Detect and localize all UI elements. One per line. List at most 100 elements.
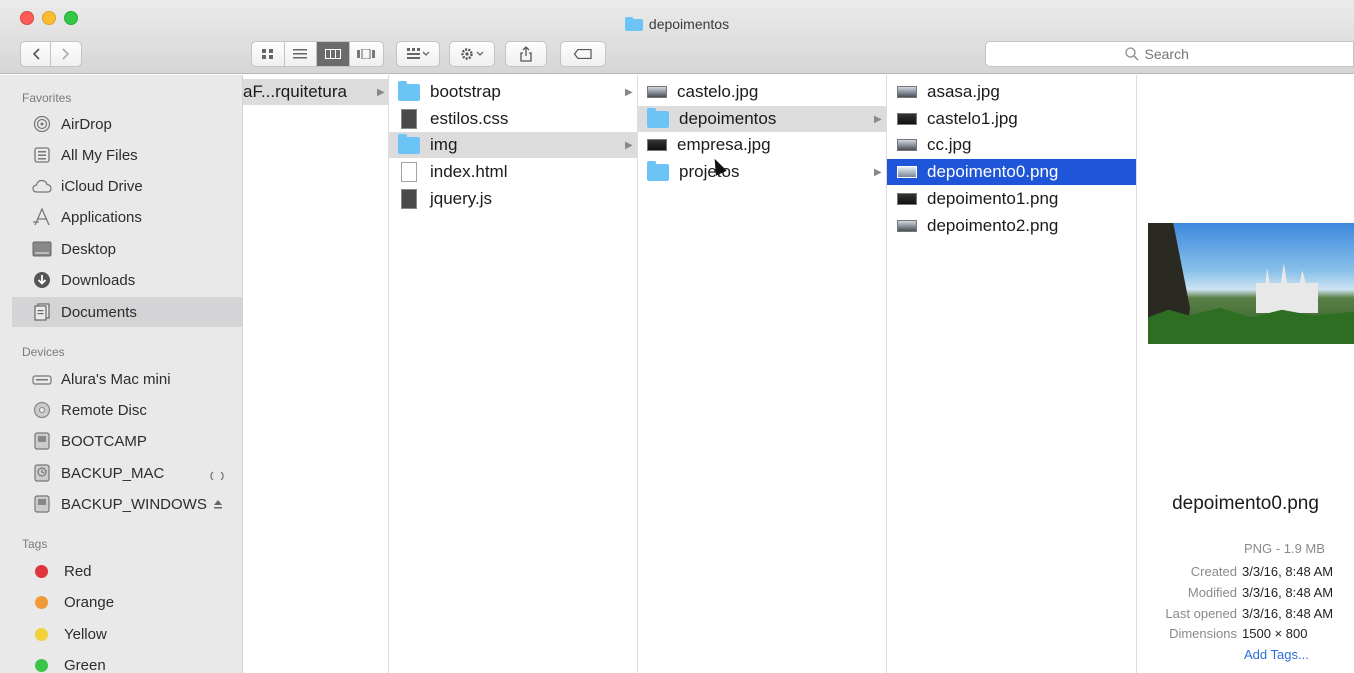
file-name: depoimento2.png [927, 216, 1059, 235]
list-item[interactable]: depoimento2.png [887, 213, 1136, 239]
list-item[interactable]: depoimento1.png [887, 186, 1136, 212]
sidebar-item-alura-mac-mini[interactable]: Alura's Mac mini [12, 364, 242, 394]
file-name: bootstrap [430, 82, 501, 101]
sidebar-item-desktop[interactable]: Desktop [12, 234, 242, 264]
sidebar-tag-orange[interactable]: Orange [12, 587, 242, 617]
sidebar-item-label: Remote Disc [61, 401, 147, 419]
sidebar-item-all-my-files[interactable]: All My Files [12, 140, 242, 170]
list-item[interactable]: index.html [393, 159, 637, 185]
js-file-icon [401, 189, 417, 209]
cover-flow-button[interactable] [350, 42, 383, 66]
sidebar-item-label: Yellow [64, 625, 107, 643]
syncing-icon [210, 469, 224, 487]
sidebar-tag-red[interactable]: Red [12, 556, 242, 586]
column-view-button[interactable] [317, 42, 350, 66]
preview-file-type: PNG - 1.9 MB [1244, 541, 1325, 556]
meta-label: Last opened [1165, 606, 1237, 621]
list-item[interactable]: jquery.js [393, 186, 637, 212]
chevron-right-icon: ▶ [874, 166, 882, 178]
sidebar-item-label: All My Files [61, 146, 138, 164]
back-forward-buttons [20, 41, 82, 67]
meta-label: Created [1190, 564, 1237, 579]
column-1: aF...rquitetura ▶ [243, 75, 389, 673]
sidebar-item-airdrop[interactable]: AirDrop [12, 109, 242, 139]
sidebar-tag-yellow[interactable]: Yellow [12, 619, 242, 649]
applications-icon [32, 208, 52, 226]
list-item[interactable]: depoimentos ▶ [638, 106, 886, 132]
file-name: depoimento0.png [927, 162, 1059, 181]
file-name: castelo.jpg [677, 82, 759, 101]
list-item[interactable]: estilos.css [393, 106, 637, 132]
chevron-right-icon: ▶ [377, 86, 385, 98]
sidebar-tag-green[interactable]: Green [12, 650, 242, 673]
meta-label: Dimensions [1169, 626, 1237, 641]
sidebar-item-label: AirDrop [61, 115, 112, 133]
column-4: asasa.jpg castelo1.jpg cc.jpg depoimento… [887, 75, 1137, 673]
sidebar-item-icloud-drive[interactable]: iCloud Drive [12, 171, 242, 201]
list-item[interactable]: aF...rquitetura ▶ [243, 79, 388, 105]
list-item[interactable]: projetos ▶ [638, 159, 886, 185]
action-button[interactable] [449, 41, 495, 67]
sidebar-item-label: Applications [61, 208, 142, 226]
image-file-icon [647, 86, 667, 98]
icloud-icon [32, 177, 52, 195]
list-item[interactable]: castelo.jpg [638, 79, 886, 105]
file-name: depoimentos [679, 109, 777, 128]
drive-icon [32, 432, 52, 450]
arrange-button[interactable] [396, 41, 440, 67]
image-file-icon [897, 220, 917, 232]
file-name: castelo1.jpg [927, 109, 1018, 128]
sidebar-item-backup-mac[interactable]: BACKUP_MAC [12, 458, 242, 488]
sidebar-item-label: Alura's Mac mini [61, 370, 171, 388]
file-name: asasa.jpg [927, 82, 1000, 101]
list-item[interactable]: asasa.jpg [887, 79, 1136, 105]
list-item[interactable]: empresa.jpg [638, 132, 886, 158]
sidebar-item-backup-windows[interactable]: BACKUP_WINDOWS [12, 489, 242, 519]
folder-icon [647, 160, 669, 181]
list-item[interactable]: img ▶ [389, 132, 637, 158]
search-field[interactable] [985, 41, 1354, 67]
time-machine-icon [32, 464, 52, 482]
mac-mini-icon [32, 370, 52, 388]
list-item[interactable]: cc.jpg [887, 132, 1136, 158]
list-item[interactable]: castelo1.jpg [887, 106, 1136, 132]
search-input[interactable] [1144, 46, 1215, 62]
columns-icon [324, 49, 341, 59]
tags-button[interactable] [560, 41, 606, 67]
list-item[interactable]: bootstrap ▶ [393, 79, 637, 105]
window-toolbar: depoimentos [0, 0, 1354, 74]
list-view-button[interactable] [285, 42, 317, 66]
sidebar-item-downloads[interactable]: Downloads [12, 265, 242, 295]
tags-header: Tags [22, 537, 48, 551]
sidebar-item-documents[interactable]: Documents [12, 297, 242, 327]
html-file-icon [401, 162, 417, 182]
icon-view-button[interactable] [252, 42, 285, 66]
window-title: depoimentos [0, 16, 1354, 32]
add-tags-link[interactable]: Add Tags... [1244, 647, 1309, 662]
back-button[interactable] [21, 42, 51, 66]
file-name: index.html [430, 162, 508, 181]
eject-icon[interactable] [213, 496, 223, 513]
image-file-icon [897, 166, 917, 178]
documents-icon [32, 303, 52, 321]
meta-value: 3/3/16, 8:48 AM [1242, 606, 1334, 621]
chevron-right-icon: ▶ [874, 113, 882, 125]
sidebar-item-remote-disc[interactable]: Remote Disc [12, 395, 242, 425]
preview-thumbnail[interactable] [1148, 223, 1354, 344]
search-icon [1124, 47, 1139, 61]
file-name: depoimento1.png [927, 189, 1059, 208]
share-button[interactable] [505, 41, 547, 67]
chevron-right-icon: ▶ [625, 86, 633, 98]
list-item-selected[interactable]: depoimento0.png [887, 159, 1136, 185]
disc-icon [32, 401, 52, 419]
yellow-tag-dot [35, 627, 48, 641]
meta-value: 1500 × 800 [1242, 626, 1308, 641]
css-file-icon [401, 109, 417, 129]
meta-last-opened: Last opened 3/3/16, 8:48 AM [1137, 606, 1354, 626]
forward-button[interactable] [51, 42, 81, 66]
devices-header: Devices [22, 345, 65, 359]
sidebar-item-applications[interactable]: Applications [12, 202, 242, 232]
sidebar-item-bootcamp[interactable]: BOOTCAMP [12, 426, 242, 456]
meta-created: Created 3/3/16, 8:48 AM [1137, 564, 1354, 584]
sidebar-item-label: BACKUP_WINDOWS [61, 495, 207, 513]
